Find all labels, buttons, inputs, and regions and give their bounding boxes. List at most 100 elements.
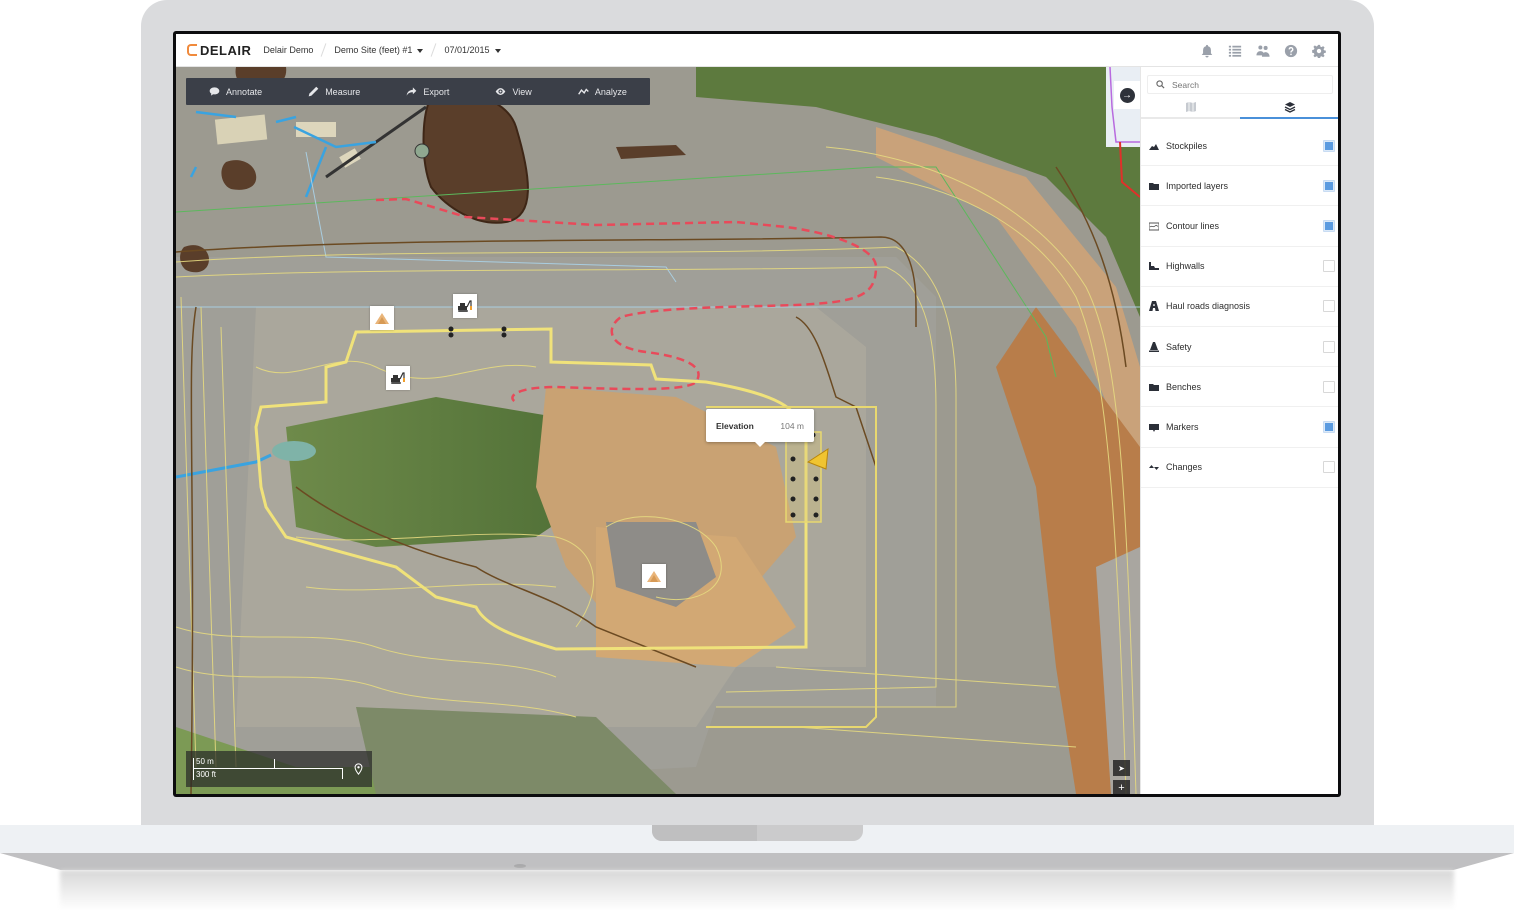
layer-checkbox[interactable] bbox=[1323, 139, 1335, 152]
layer-checkbox[interactable] bbox=[1323, 420, 1335, 433]
layer-list: Stockpiles Imported layers Contour lines… bbox=[1141, 126, 1338, 488]
layer-haul-roads-diagnosis[interactable]: Haul roads diagnosis bbox=[1141, 287, 1338, 327]
export-label: Export bbox=[423, 86, 450, 97]
contour-icon bbox=[1149, 221, 1159, 231]
orthophoto-map[interactable]: Annotate Measure Export View Analyze Ele… bbox=[176, 67, 1140, 794]
stockpile-icon bbox=[1149, 141, 1159, 151]
breadcrumb-project[interactable]: Delair Demo bbox=[263, 45, 313, 55]
map-icon bbox=[1185, 102, 1196, 112]
collapse-panel-button[interactable]: → bbox=[1114, 81, 1140, 109]
export-button[interactable]: Export bbox=[406, 86, 449, 97]
layer-changes[interactable]: Changes bbox=[1141, 448, 1338, 488]
highwall-icon bbox=[1149, 261, 1159, 271]
layer-label: Safety bbox=[1166, 341, 1192, 352]
scale-tick bbox=[193, 758, 194, 780]
measure-button[interactable]: Measure bbox=[308, 86, 360, 97]
layer-label: Contour lines bbox=[1166, 220, 1220, 231]
scale-tick bbox=[342, 768, 343, 779]
laptop-base-front bbox=[0, 853, 1514, 870]
breadcrumb-separator bbox=[431, 43, 437, 57]
layer-label: Markers bbox=[1166, 421, 1199, 432]
excavator-marker[interactable] bbox=[386, 366, 410, 390]
breadcrumb: Delair Demo Demo Site (feet) #1 07/01/20… bbox=[263, 43, 501, 57]
layer-markers[interactable]: Markers bbox=[1141, 407, 1338, 448]
laptop-indicator-light bbox=[514, 864, 526, 868]
excavator-icon bbox=[458, 300, 472, 312]
layer-highwalls[interactable]: Highwalls bbox=[1141, 247, 1338, 287]
scale-line bbox=[193, 768, 343, 769]
view-button[interactable]: View bbox=[495, 86, 532, 97]
tab-layers[interactable] bbox=[1240, 97, 1338, 119]
location-pin-icon[interactable] bbox=[354, 763, 363, 775]
changes-icon bbox=[1149, 462, 1159, 472]
layer-checkbox[interactable] bbox=[1323, 300, 1335, 313]
laptop-hinge-notch bbox=[652, 825, 863, 841]
annotate-button[interactable]: Annotate bbox=[209, 86, 262, 97]
breadcrumb-site-dropdown[interactable]: Demo Site (feet) #1 bbox=[334, 45, 424, 55]
arrow-right-icon: → bbox=[1119, 87, 1135, 103]
breadcrumb-separator bbox=[321, 43, 327, 57]
site-label: Demo Site (feet) #1 bbox=[334, 45, 413, 55]
chart-line-icon bbox=[578, 88, 589, 95]
layer-checkbox[interactable] bbox=[1323, 380, 1335, 393]
layer-checkbox[interactable] bbox=[1323, 219, 1335, 232]
map-terrain bbox=[176, 67, 1140, 794]
view-label: View bbox=[512, 86, 532, 97]
tab-map[interactable] bbox=[1141, 97, 1240, 119]
date-label: 07/01/2015 bbox=[444, 45, 490, 55]
layer-safety[interactable]: Safety bbox=[1141, 327, 1338, 368]
tooltip-label: Elevation bbox=[716, 420, 754, 431]
share-icon bbox=[407, 87, 417, 96]
layer-checkbox[interactable] bbox=[1323, 179, 1335, 192]
layer-label: Haul roads diagnosis bbox=[1166, 301, 1251, 312]
top-bar: DELAIR Delair Demo Demo Site (feet) #1 0… bbox=[176, 34, 1338, 67]
marker-icon bbox=[1149, 422, 1159, 432]
zoom-in-button[interactable]: + bbox=[1113, 780, 1130, 794]
bell-icon[interactable] bbox=[1197, 41, 1216, 60]
analyze-button[interactable]: Analyze bbox=[578, 86, 627, 97]
eye-icon bbox=[496, 88, 506, 95]
folder-icon bbox=[1149, 382, 1159, 392]
analyze-label: Analyze bbox=[594, 86, 627, 97]
layer-label: Highwalls bbox=[1166, 261, 1205, 272]
cone-icon bbox=[1149, 341, 1159, 352]
search-icon bbox=[1156, 80, 1165, 89]
stockpile-icon bbox=[375, 313, 389, 324]
layer-checkbox[interactable] bbox=[1323, 340, 1335, 353]
ruler-icon bbox=[308, 86, 319, 97]
help-icon[interactable] bbox=[1281, 41, 1300, 60]
layer-stockpiles[interactable]: Stockpiles bbox=[1141, 126, 1338, 167]
layer-contour-lines[interactable]: Contour lines bbox=[1141, 206, 1338, 247]
excavator-marker[interactable] bbox=[453, 294, 477, 318]
delair-logo[interactable]: DELAIR bbox=[187, 43, 251, 58]
logo-text: DELAIR bbox=[200, 42, 252, 58]
tooltip-value: 104 m bbox=[780, 420, 804, 431]
settings-icon[interactable] bbox=[1309, 41, 1328, 60]
laptop-shadow bbox=[60, 870, 1454, 910]
users-icon[interactable] bbox=[1253, 41, 1272, 60]
scale-tick bbox=[274, 759, 275, 769]
search-input[interactable] bbox=[1172, 79, 1322, 90]
map-toolbar: Annotate Measure Export View Analyze bbox=[186, 78, 650, 105]
breadcrumb-date-dropdown[interactable]: 07/01/2015 bbox=[444, 45, 501, 55]
layer-benches[interactable]: Benches bbox=[1141, 367, 1338, 408]
panel-tabs bbox=[1141, 97, 1338, 119]
chevron-down-icon bbox=[417, 49, 424, 53]
scale-metric: 50 m bbox=[196, 757, 214, 766]
measure-label: Measure bbox=[325, 86, 361, 97]
locate-button[interactable]: ➤ bbox=[1113, 760, 1130, 776]
search-box[interactable] bbox=[1147, 75, 1333, 94]
folder-icon bbox=[1149, 181, 1159, 191]
laptop-frame: DELAIR Delair Demo Demo Site (feet) #1 0… bbox=[0, 0, 1514, 910]
layer-label: Stockpiles bbox=[1166, 140, 1208, 151]
road-icon bbox=[1149, 301, 1159, 312]
list-icon[interactable] bbox=[1225, 41, 1244, 60]
stockpile-marker[interactable] bbox=[370, 306, 394, 330]
chevron-down-icon bbox=[494, 49, 501, 53]
stockpile-marker[interactable] bbox=[642, 564, 666, 588]
layer-label: Changes bbox=[1166, 462, 1203, 473]
layer-checkbox[interactable] bbox=[1323, 260, 1335, 273]
layer-checkbox[interactable] bbox=[1323, 461, 1335, 474]
app-window: DELAIR Delair Demo Demo Site (feet) #1 0… bbox=[176, 34, 1338, 794]
layer-imported-layers[interactable]: Imported layers bbox=[1141, 166, 1338, 207]
